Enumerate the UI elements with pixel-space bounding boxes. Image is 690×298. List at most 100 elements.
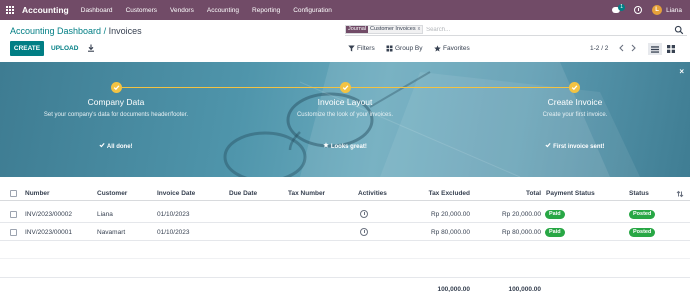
filters-dropdown[interactable]: Filters: [348, 45, 375, 52]
facet-remove-icon[interactable]: x: [417, 26, 423, 33]
download-icon[interactable]: [87, 44, 95, 52]
facet-value: Customer Invoices: [368, 26, 418, 33]
list-view-icon: [651, 45, 659, 53]
list-view-button[interactable]: [648, 43, 662, 55]
filters-label: Filters: [357, 45, 375, 52]
cell-number: INV/2023/00001: [25, 229, 72, 236]
activity-clock-icon[interactable]: [360, 228, 368, 236]
group-by-dropdown[interactable]: Group By: [386, 45, 422, 52]
menu-reporting[interactable]: Reporting: [252, 7, 280, 14]
cell-invoice-date: 01/10/2023: [157, 229, 190, 236]
step-status-text: Looks great!: [330, 144, 367, 150]
breadcrumb-separator: /: [103, 26, 107, 36]
row-checkbox[interactable]: [10, 228, 17, 236]
star-icon: [434, 45, 441, 52]
create-button[interactable]: CREATE: [10, 41, 44, 56]
cell-tax-excluded: Rp 80,000.00: [430, 229, 470, 236]
column-total[interactable]: Total: [500, 190, 541, 197]
breadcrumb: Accounting Dashboard / Invoices: [10, 26, 142, 36]
table-row[interactable]: INV/2023/00001 Navamart 01/10/2023 Rp 80…: [0, 224, 690, 241]
app-name[interactable]: Accounting: [22, 5, 69, 15]
optional-columns-icon[interactable]: [676, 190, 684, 198]
menu-vendors[interactable]: Vendors: [170, 7, 194, 14]
favorites-label: Favorites: [443, 45, 470, 52]
group-by-icon: [386, 45, 393, 52]
row-checkbox[interactable]: [10, 210, 17, 218]
step-status-text: First invoice sent!: [553, 144, 605, 150]
column-customer[interactable]: Customer: [97, 190, 127, 197]
filter-icon: [348, 45, 355, 52]
payment-status-badge: Paid: [545, 227, 565, 237]
star-icon: [323, 142, 329, 148]
avatar[interactable]: L: [652, 5, 663, 15]
step-title: Create Invoice: [547, 97, 603, 107]
menu-accounting[interactable]: Accounting: [207, 7, 239, 14]
menu-dashboard[interactable]: Dashboard: [81, 7, 113, 14]
cell-tax-excluded: Rp 20,000.00: [430, 211, 470, 218]
onboarding-banner: × Company Data Set your company's data f…: [0, 62, 690, 177]
cell-number: INV/2023/00002: [25, 211, 72, 218]
step-1-check-icon: [111, 82, 122, 93]
table-row[interactable]: INV/2023/00002 Liana 01/10/2023 Rp 20,00…: [0, 206, 690, 223]
pager-previous-icon[interactable]: [617, 43, 626, 53]
breadcrumb-parent[interactable]: Accounting Dashboard: [10, 26, 101, 36]
step-company-data[interactable]: Company Data Set your company's data for…: [41, 97, 191, 129]
kanban-view-icon: [667, 45, 675, 53]
breadcrumb-current: Invoices: [108, 26, 142, 36]
step-1-status: All done!: [41, 142, 191, 150]
favorites-dropdown[interactable]: Favorites: [434, 45, 470, 52]
step-description: Set your company's data for documents he…: [43, 112, 189, 118]
column-tax-number[interactable]: Tax Number: [288, 190, 325, 197]
column-tax-excluded[interactable]: Tax Excluded: [420, 190, 470, 197]
select-all-checkbox[interactable]: [10, 190, 17, 197]
step-title: Invoice Layout: [317, 97, 373, 107]
step-create-invoice[interactable]: Create Invoice Create your first invoice…: [500, 97, 650, 129]
step-2-status: Looks great!: [270, 142, 420, 150]
check-icon: [99, 142, 106, 148]
step-status-text: All done!: [106, 144, 133, 150]
apps-menu-icon[interactable]: [0, 0, 20, 20]
top-navbar: Accounting Dashboard Customers Vendors A…: [0, 0, 690, 20]
total-total: 100,000.00: [508, 286, 541, 293]
column-number[interactable]: Number: [25, 190, 50, 197]
facet-name: Journal: [346, 26, 369, 33]
column-invoice-date[interactable]: Invoice Date: [157, 190, 195, 197]
column-activities[interactable]: Activities: [358, 190, 387, 197]
status-badge: Posted: [629, 227, 656, 237]
table-header: Number Customer Invoice Date Due Date Ta…: [0, 187, 690, 201]
user-name[interactable]: Liana: [666, 7, 682, 14]
column-payment-status[interactable]: Payment Status: [546, 190, 595, 197]
search-icon[interactable]: [674, 25, 684, 35]
cell-total: Rp 80,000.00: [501, 229, 541, 236]
search-facet-journal: Journal Customer Invoices x: [345, 25, 424, 34]
column-due-date[interactable]: Due Date: [229, 190, 257, 197]
activities-clock-icon[interactable]: [634, 6, 643, 14]
step-2-check-icon: [340, 82, 351, 93]
menu-customers[interactable]: Customers: [126, 7, 157, 14]
cell-invoice-date: 01/10/2023: [157, 211, 190, 218]
step-invoice-layout[interactable]: Invoice Layout Customize the look of you…: [270, 97, 420, 129]
messages-icon[interactable]: 1: [612, 4, 626, 15]
cell-customer: Navamart: [97, 229, 126, 236]
search-input[interactable]: [426, 25, 547, 34]
kanban-view-button[interactable]: [664, 43, 678, 55]
check-icon: [545, 142, 552, 148]
step-description: Customize the look of your invoices.: [296, 112, 394, 118]
column-status[interactable]: Status: [629, 190, 649, 197]
step-title: Company Data: [87, 97, 145, 107]
cell-customer: Liana: [97, 211, 113, 218]
menu-configuration[interactable]: Configuration: [293, 7, 332, 14]
step-3-status: First invoice sent!: [500, 142, 650, 150]
payment-status-badge: Paid: [545, 209, 565, 219]
pager-value[interactable]: 1-2 / 2: [590, 45, 608, 52]
total-tax-excluded: 100,000.00: [437, 286, 470, 293]
pager-next-icon[interactable]: [629, 43, 638, 53]
step-description: Create your first invoice.: [542, 112, 608, 118]
banner-close-icon[interactable]: ×: [679, 67, 684, 76]
search-bar: Journal Customer Invoices x: [345, 24, 687, 36]
activity-clock-icon[interactable]: [360, 210, 368, 218]
status-badge: Posted: [629, 209, 656, 219]
upload-button[interactable]: UPLOAD: [51, 41, 78, 56]
step-3-check-icon: [569, 82, 580, 93]
totals-divider: [0, 277, 690, 278]
